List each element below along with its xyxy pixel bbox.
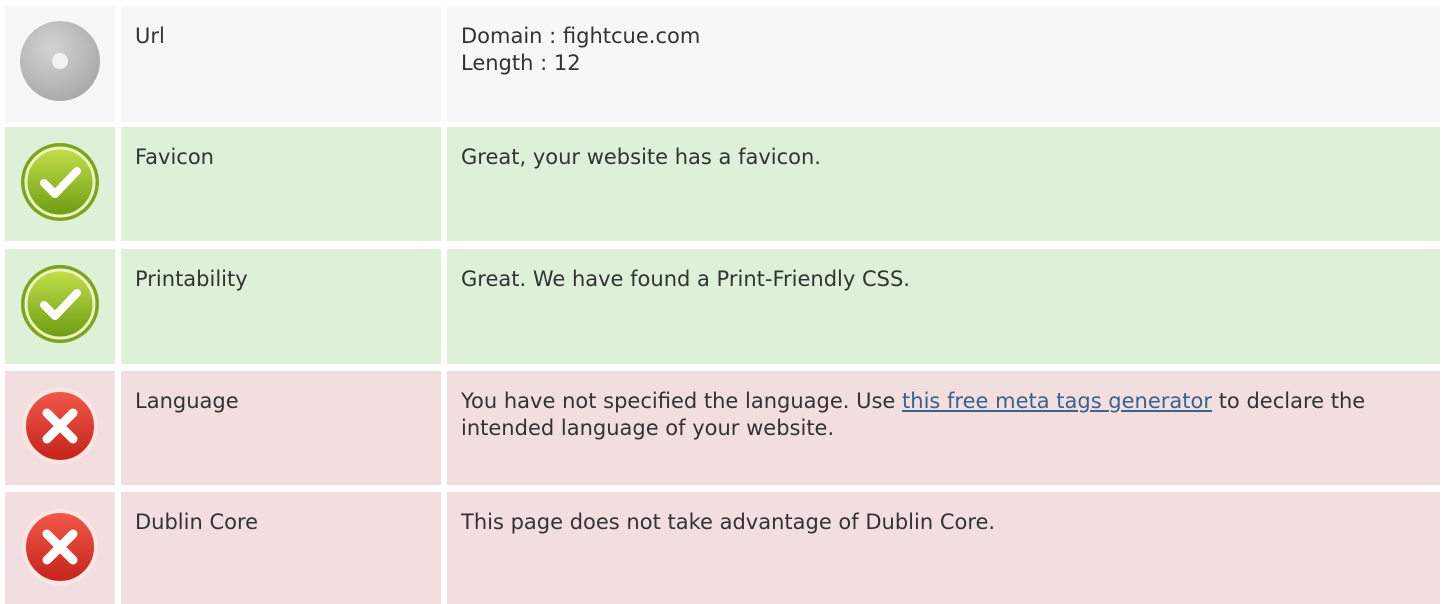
row-value: Great. We have found a Print-Friendly CS… (447, 249, 1440, 364)
status-cell (5, 371, 115, 485)
cross-icon (22, 388, 98, 464)
cross-icon (22, 509, 98, 585)
neutral-dot-icon (20, 21, 100, 101)
meta-tags-generator-link[interactable]: this free meta tags generator (902, 389, 1212, 413)
row-label: Favicon (121, 127, 441, 241)
row-label: Language (121, 371, 441, 485)
domain-text: Domain : fightcue.com (461, 24, 701, 48)
row-url: Url Domain : fightcue.com Length : 12 (0, 6, 1445, 122)
row-value: This page does not take advantage of Dub… (447, 492, 1440, 604)
row-printability: Printability Great. We have found a Prin… (0, 249, 1445, 364)
checkmark-icon (21, 265, 99, 343)
language-text-before: You have not specified the language. Use (461, 389, 903, 413)
length-text: Length : 12 (461, 51, 581, 75)
row-dublin-core: Dublin Core This page does not take adva… (0, 492, 1445, 604)
row-label: Dublin Core (121, 492, 441, 604)
status-cell (5, 127, 115, 241)
row-favicon: Favicon Great, your website has a favico… (0, 127, 1445, 241)
status-cell (5, 6, 115, 122)
checkmark-icon (21, 143, 99, 221)
row-label: Url (121, 6, 441, 122)
row-value: Domain : fightcue.com Length : 12 (447, 6, 1440, 122)
row-value: Great, your website has a favicon. (447, 127, 1440, 241)
status-cell (5, 249, 115, 364)
row-label: Printability (121, 249, 441, 364)
status-cell (5, 492, 115, 604)
row-language: Language You have not specified the lang… (0, 371, 1445, 485)
row-value: You have not specified the language. Use… (447, 371, 1440, 485)
